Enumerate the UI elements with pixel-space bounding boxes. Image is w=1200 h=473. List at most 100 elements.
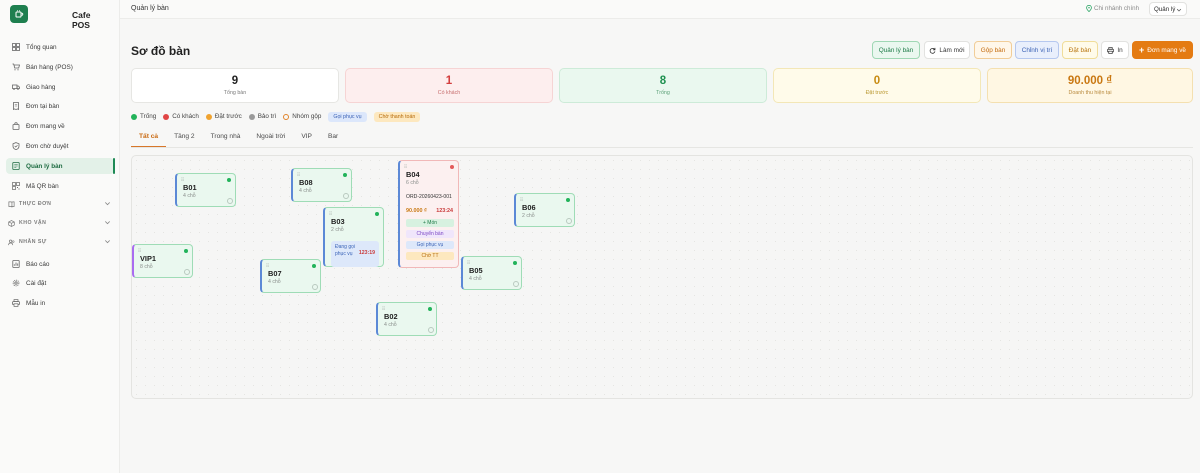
table-card-b02[interactable]: ⠿ B02 4 chỗ	[376, 302, 437, 336]
sidebar-item-table-qr[interactable]: Mã QR bàn	[6, 178, 114, 194]
sidebar-item-pending-orders[interactable]: Đơn chờ duyệt	[6, 138, 114, 154]
merge-tables-button[interactable]: Gộp bàn	[974, 41, 1012, 59]
tabs-divider	[131, 147, 1193, 148]
stat-empty: 8 Trống	[559, 68, 767, 103]
gear-icon	[11, 279, 20, 288]
call-service-alert[interactable]: Đang gọi phục vụ 123:19	[331, 241, 379, 267]
sidebar-item-dine-in-orders[interactable]: Đơn tại bàn	[6, 98, 114, 114]
table-seats: 2 chỗ	[331, 227, 344, 233]
resize-handle[interactable]	[566, 218, 572, 224]
area-tabs: Tất cả Tầng 2 Trong nhà Ngoài trời VIP B…	[131, 129, 346, 147]
role-select[interactable]: Quản lý	[1149, 2, 1187, 16]
brand-row[interactable]: Cafe POS	[10, 4, 110, 30]
legend-reserved: Đặt trước	[205, 113, 242, 120]
print-button[interactable]: In	[1101, 41, 1129, 59]
tab-vip[interactable]: VIP	[293, 129, 320, 147]
edit-position-button[interactable]: Chỉnh vị trí	[1015, 41, 1059, 59]
tab-outdoor[interactable]: Ngoài trời	[248, 129, 293, 147]
sidebar-item-pos[interactable]: Bán hàng (POS)	[6, 59, 114, 75]
status-dot	[205, 113, 212, 120]
plus-icon: +	[1139, 44, 1145, 55]
new-takeaway-order-button[interactable]: + Đơn mang về	[1132, 41, 1193, 59]
table-card-b01[interactable]: ⠿ B01 4 chỗ	[175, 173, 236, 207]
add-item-button[interactable]: + Món	[406, 219, 454, 227]
refresh-button[interactable]: Làm mới	[924, 41, 970, 59]
legend-merge-group: Nhóm gộp	[283, 113, 321, 120]
button-label: Gộp bàn	[980, 46, 1006, 54]
qr-icon	[11, 182, 20, 191]
sidebar-item-print-templates[interactable]: Mẫu in	[6, 295, 114, 311]
button-label: In	[1117, 46, 1123, 54]
table-icon	[11, 162, 20, 171]
button-label: Chỉnh vị trí	[1021, 46, 1053, 54]
table-name: B04	[406, 170, 420, 179]
tab-floor-2[interactable]: Tầng 2	[166, 129, 203, 147]
call-service-button[interactable]: Gọi phục vụ	[406, 241, 454, 249]
legend-occupied: Có khách	[163, 113, 199, 120]
legend-wait-payment: Chờ thanh toán	[373, 111, 421, 122]
table-seats: 4 chỗ	[299, 188, 312, 194]
legend-label: Trống	[140, 113, 157, 120]
sidebar-item-label: Tổng quan	[26, 43, 57, 51]
table-card-b03[interactable]: ⠿ B03 2 chỗ Đang gọi phục vụ 123:19	[323, 207, 384, 267]
shield-icon	[11, 142, 20, 151]
resize-handle[interactable]	[312, 284, 318, 290]
bag-icon	[11, 122, 20, 131]
tab-indoor[interactable]: Trong nhà	[203, 129, 249, 147]
button-label: Làm mới	[939, 46, 965, 54]
sidebar-item-takeaway-orders[interactable]: Đơn mang về	[6, 118, 114, 134]
table-seats: 8 chỗ	[140, 264, 153, 270]
resize-handle[interactable]	[428, 327, 434, 333]
sidebar-item-label: Đơn tại bàn	[26, 102, 60, 110]
status-dot	[428, 307, 432, 311]
table-name: B05	[469, 266, 483, 275]
stat-value: 90.000 ₫	[1067, 75, 1113, 87]
branch-selector[interactable]: Chi nhánh chính	[1086, 5, 1139, 12]
stat-label: Đặt trước	[865, 90, 889, 96]
sidebar-item-label: Mẫu in	[26, 299, 46, 307]
section-menu[interactable]: THỰC ĐƠN	[6, 198, 114, 210]
manage-tables-button[interactable]: Quản lý bàn	[872, 41, 920, 59]
table-card-b07[interactable]: ⠿ B07 4 chỗ	[260, 259, 321, 293]
sidebar-item-table-management[interactable]: Quản lý bàn	[6, 158, 115, 174]
stat-label: Trống	[656, 90, 670, 96]
wait-payment-button[interactable]: Chờ TT	[406, 252, 454, 260]
transfer-table-button[interactable]: Chuyển bàn	[406, 230, 454, 238]
floor-plan-canvas[interactable]: ⠿ B01 4 chỗ ⠿ B08 4 chỗ ⠿ B03 2 chỗ Đang…	[131, 155, 1193, 399]
sidebar-item-reports[interactable]: Báo cáo	[6, 256, 114, 272]
printer-icon	[11, 299, 20, 308]
section-staff[interactable]: NHÂN SỰ	[6, 236, 114, 248]
resize-handle[interactable]	[343, 193, 349, 199]
sidebar-item-overview[interactable]: Tổng quan	[6, 39, 114, 55]
tab-bar[interactable]: Bar	[320, 129, 346, 147]
status-dot	[283, 113, 290, 120]
box-icon	[8, 219, 15, 227]
call-service-text: Đang gọi phục vụ	[335, 244, 356, 257]
table-card-b05[interactable]: ⠿ B05 4 chỗ	[461, 256, 522, 290]
table-name: B01	[183, 183, 197, 192]
chevron-down-icon	[104, 200, 111, 209]
resize-handle[interactable]	[513, 281, 519, 287]
table-card-b06[interactable]: ⠿ B06 2 chỗ	[514, 193, 575, 227]
table-card-b08[interactable]: ⠿ B08 4 chỗ	[291, 168, 352, 202]
status-dot	[450, 165, 454, 169]
table-seats: 4 chỗ	[268, 279, 281, 285]
truck-icon	[11, 83, 20, 92]
sidebar-item-delivery[interactable]: Giao hàng	[6, 79, 114, 95]
section-inventory[interactable]: KHO VẬN	[6, 217, 114, 229]
table-card-b04[interactable]: ⠿ B04 6 chỗ ORD-20260423-001 90.000 ₫ 12…	[398, 160, 459, 268]
tab-all[interactable]: Tất cả	[131, 129, 167, 147]
status-dot	[375, 212, 379, 216]
sidebar-item-settings[interactable]: Cài đặt	[6, 275, 114, 291]
table-name: B06	[522, 203, 536, 212]
button-label: Đặt bàn	[1068, 46, 1092, 54]
table-seats: 6 chỗ	[406, 180, 419, 186]
stat-occupied: 1 Có khách	[345, 68, 553, 103]
table-card-vip1[interactable]: ⠿ VIP1 8 chỗ	[132, 244, 193, 278]
resize-handle[interactable]	[227, 198, 233, 204]
printer-icon	[1107, 46, 1115, 54]
table-seats: 2 chỗ	[522, 213, 535, 219]
reserve-table-button[interactable]: Đặt bàn	[1062, 41, 1098, 59]
resize-handle[interactable]	[184, 269, 190, 275]
people-icon	[8, 239, 15, 246]
